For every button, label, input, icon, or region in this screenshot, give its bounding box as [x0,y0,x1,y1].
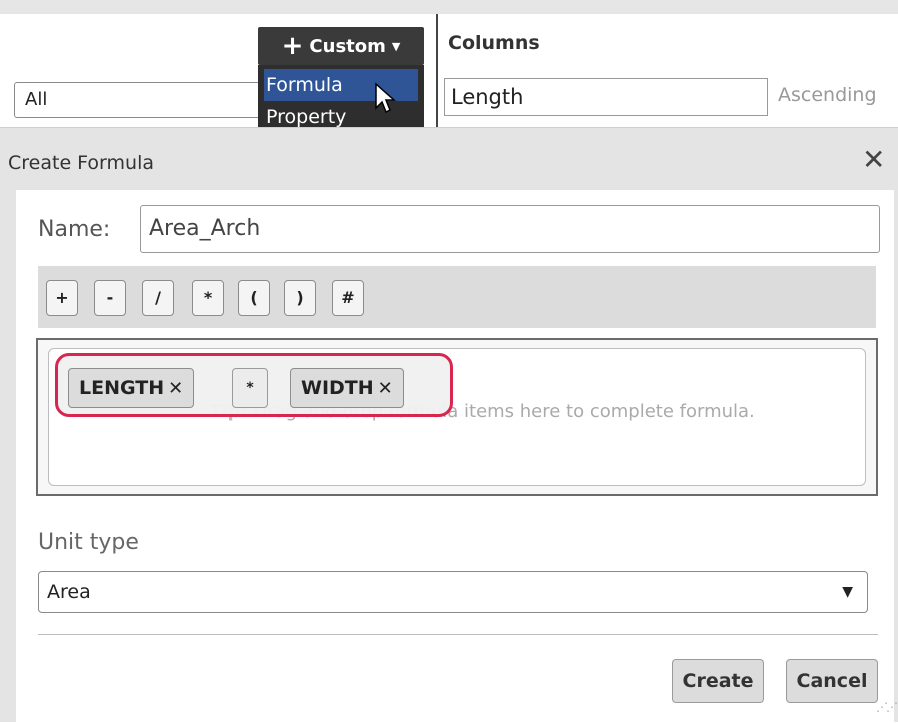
formula-inner: Tip: Drag and drop formula items here to… [48,348,866,486]
operator-minus-button[interactable]: - [94,280,126,316]
operator-open-paren-button[interactable]: ( [238,280,270,316]
operator-divide-button[interactable]: / [142,280,174,316]
unit-type-value: Area [47,581,91,603]
unit-type-select[interactable]: Area ▼ [38,571,868,613]
operator-plus-button[interactable]: + [46,280,78,316]
dialog-title: Create Formula [8,152,154,174]
cancel-button[interactable]: Cancel [786,659,878,703]
custom-button-label: Custom [309,35,386,57]
plus-icon: + [281,31,304,61]
formula-highlight: LENGTH ✕ * WIDTH ✕ [55,353,453,417]
name-label: Name: [38,217,111,242]
create-button[interactable]: Create [672,659,764,703]
column-divider [436,14,438,131]
custom-button[interactable]: + Custom ▼ [258,27,424,65]
sort-order[interactable]: Ascending [778,84,877,106]
name-input[interactable]: Area_Arch [140,205,880,253]
operator-hash-button[interactable]: # [332,280,364,316]
resize-grip-icon[interactable]: ⋰⋰ [876,700,898,714]
formula-token-length[interactable]: LENGTH ✕ [68,368,195,408]
unit-type-label: Unit type [38,530,139,555]
dialog-divider [38,634,878,635]
operator-close-paren-button[interactable]: ) [284,280,316,316]
operator-multiply-button[interactable]: * [192,280,224,316]
formula-token-multiply[interactable]: * [232,368,268,408]
formula-token-width[interactable]: WIDTH ✕ [290,368,404,408]
top-strip [0,0,898,14]
remove-icon[interactable]: ✕ [378,378,393,399]
close-icon[interactable]: ✕ [862,146,885,174]
column-field[interactable]: Length [444,78,768,116]
dropdown-arrow-icon: ▼ [842,584,853,600]
mouse-cursor-icon [375,82,396,114]
remove-icon[interactable]: ✕ [168,378,183,399]
filter-select[interactable]: All [14,82,274,118]
operator-toolbar: + - / * ( ) # [38,266,876,328]
chevron-down-icon: ▼ [391,39,401,53]
columns-heading: Columns [448,32,540,54]
formula-drop-area[interactable]: Tip: Drag and drop formula items here to… [36,338,878,496]
